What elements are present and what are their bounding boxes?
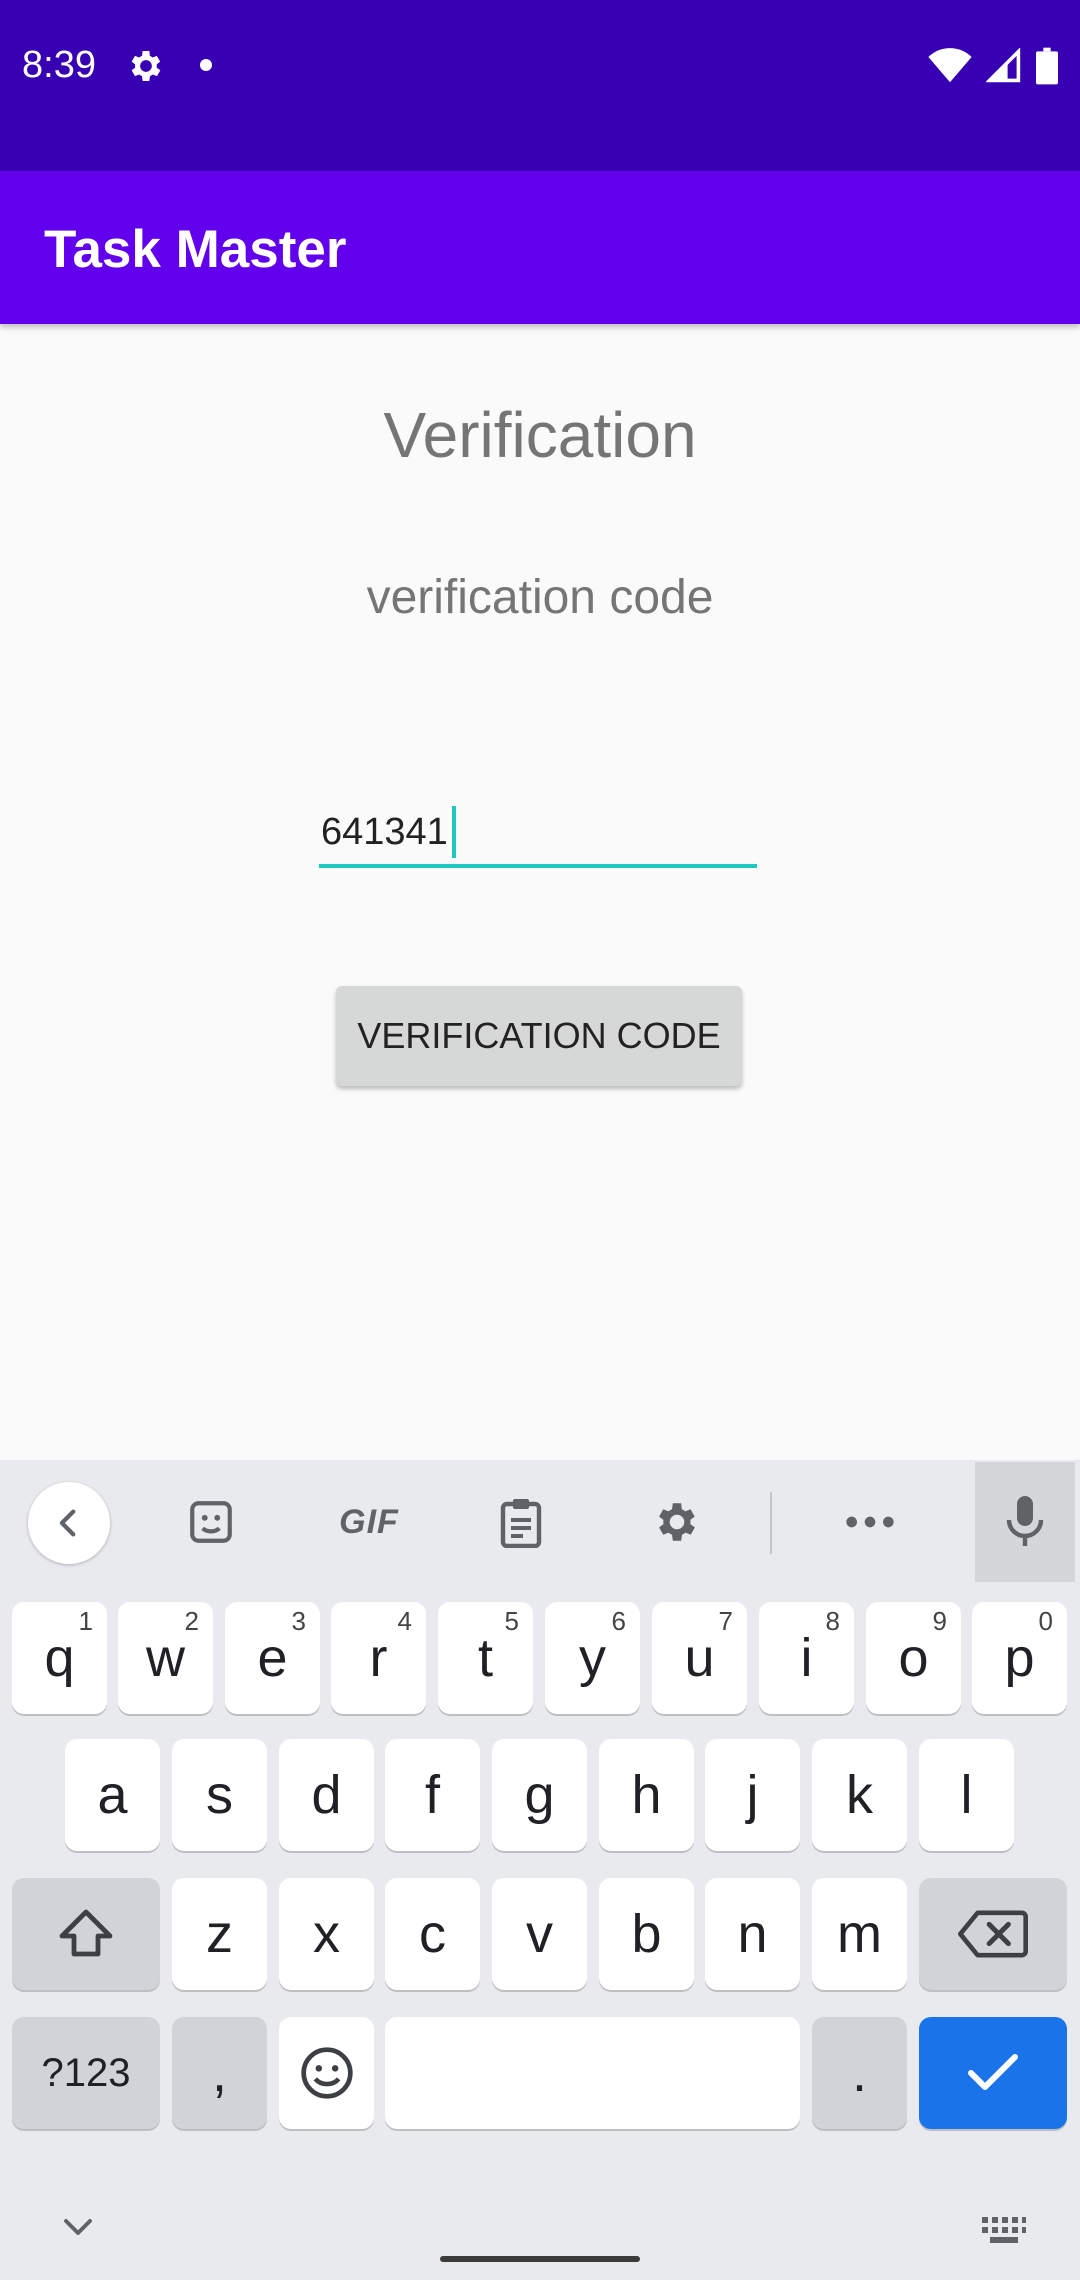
key-x[interactable]: x bbox=[279, 1878, 374, 1990]
period-key[interactable]: . bbox=[812, 2017, 907, 2129]
key-z[interactable]: z bbox=[172, 1878, 267, 1990]
backspace-key[interactable] bbox=[919, 1878, 1067, 1990]
key-k[interactable]: k bbox=[812, 1739, 907, 1851]
key-b[interactable]: b bbox=[599, 1878, 694, 1990]
key-d[interactable]: d bbox=[279, 1739, 374, 1851]
key-f[interactable]: f bbox=[385, 1739, 480, 1851]
keyboard-switch-icon[interactable] bbox=[980, 2215, 1028, 2247]
mic-icon[interactable] bbox=[975, 1462, 1075, 1582]
status-time: 8:39 bbox=[22, 44, 96, 86]
shift-icon bbox=[59, 1909, 113, 1957]
sticker-icon[interactable] bbox=[171, 1482, 251, 1562]
soft-keyboard: GIF q1 w2 e3 r4 t5 y6 u7 i8 o9 p0 a s d … bbox=[0, 1460, 1080, 2280]
symbols-key[interactable]: ?123 bbox=[12, 2017, 160, 2129]
key-c[interactable]: c bbox=[385, 1878, 480, 1990]
page-title: Verification bbox=[383, 399, 697, 471]
app-title: Task Master bbox=[44, 220, 347, 279]
key-p[interactable]: p0 bbox=[972, 1602, 1067, 1714]
text-cursor bbox=[451, 806, 456, 858]
key-o[interactable]: o9 bbox=[866, 1602, 961, 1714]
comma-key[interactable]: , bbox=[172, 2017, 267, 2129]
settings-icon bbox=[131, 51, 161, 81]
checkmark-icon bbox=[968, 2054, 1018, 2090]
toolbar-divider bbox=[770, 1492, 772, 1554]
shift-key[interactable] bbox=[12, 1878, 160, 1990]
key-q[interactable]: q1 bbox=[12, 1602, 107, 1714]
done-key[interactable] bbox=[919, 2017, 1067, 2129]
key-j[interactable]: j bbox=[705, 1739, 800, 1851]
gif-icon[interactable]: GIF bbox=[324, 1482, 414, 1562]
key-r[interactable]: r4 bbox=[331, 1602, 426, 1714]
status-bar: 8:39 bbox=[0, 0, 1080, 171]
key-e[interactable]: e3 bbox=[225, 1602, 320, 1714]
backspace-icon bbox=[958, 1910, 1028, 1958]
key-u[interactable]: u7 bbox=[652, 1602, 747, 1714]
key-w[interactable]: w2 bbox=[118, 1602, 213, 1714]
verification-code-value: 641341 bbox=[321, 810, 448, 853]
keyboard-settings-icon[interactable] bbox=[637, 1482, 717, 1562]
verification-code-label: verification code bbox=[366, 571, 714, 624]
notification-dot bbox=[200, 59, 212, 71]
signal-icon bbox=[986, 48, 1021, 83]
key-a[interactable]: a bbox=[65, 1739, 160, 1851]
space-key[interactable] bbox=[385, 2017, 800, 2129]
emoji-key[interactable] bbox=[279, 2017, 374, 2129]
app-bar: Task Master bbox=[0, 171, 1080, 324]
verify-code-button[interactable]: VERIFICATION CODE bbox=[336, 986, 742, 1086]
key-s[interactable]: s bbox=[172, 1739, 267, 1851]
navigation-handle[interactable] bbox=[440, 2256, 640, 2262]
key-y[interactable]: y6 bbox=[545, 1602, 640, 1714]
back-icon[interactable] bbox=[28, 1482, 110, 1564]
key-n[interactable]: n bbox=[705, 1878, 800, 1990]
hide-keyboard-icon[interactable] bbox=[60, 2215, 96, 2239]
keyboard-toolbar: GIF bbox=[0, 1460, 1080, 1582]
wifi-icon bbox=[928, 48, 972, 83]
verification-code-input[interactable]: 641341 bbox=[319, 800, 757, 868]
key-g[interactable]: g bbox=[492, 1739, 587, 1851]
keyboard-bottom-bar bbox=[0, 2185, 1080, 2280]
key-m[interactable]: m bbox=[812, 1878, 907, 1990]
clipboard-icon[interactable] bbox=[481, 1482, 561, 1562]
battery-icon bbox=[1036, 47, 1058, 85]
key-v[interactable]: v bbox=[492, 1878, 587, 1990]
emoji-icon bbox=[300, 2047, 353, 2099]
more-icon[interactable] bbox=[830, 1482, 910, 1562]
key-h[interactable]: h bbox=[599, 1739, 694, 1851]
key-l[interactable]: l bbox=[919, 1739, 1014, 1851]
key-t[interactable]: t5 bbox=[438, 1602, 533, 1714]
key-i[interactable]: i8 bbox=[759, 1602, 854, 1714]
